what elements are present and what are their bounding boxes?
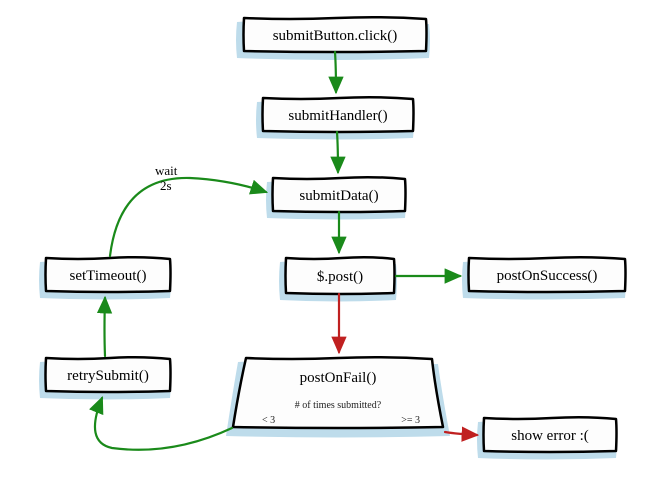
node-submit-handler: submitHandler() — [256, 97, 414, 139]
node-label: setTimeout() — [70, 268, 147, 284]
edge-handler-to-data — [337, 132, 338, 172]
fail-branch-left: < 3 — [262, 415, 275, 426]
node-post-on-success: postOnSuccess() — [462, 257, 626, 299]
node-show-error: show error :( — [477, 417, 617, 459]
node-submit-button-click: submitButton.click() — [236, 17, 430, 60]
node-post-on-fail: postOnFail() # of times submitted? < 3 >… — [226, 357, 450, 437]
node-label: submitButton.click() — [273, 28, 398, 44]
fail-branch-right: >= 3 — [401, 415, 420, 426]
edge-timeout-to-data — [110, 178, 266, 256]
node-label: retrySubmit() — [67, 368, 149, 384]
edge-fail-to-error — [445, 432, 477, 435]
node-label: show error :( — [511, 428, 588, 444]
node-set-timeout: setTimeout() — [39, 257, 171, 299]
edge-label-wait-line2: 2s — [160, 178, 172, 193]
node-label: submitData() — [299, 188, 378, 204]
node-submit-data: submitData() — [266, 177, 406, 219]
node-label: submitHandler() — [288, 108, 387, 124]
edge-click-to-handler — [335, 52, 336, 92]
edge-fail-to-retry — [95, 398, 232, 450]
node-label: postOnSuccess() — [497, 268, 598, 284]
node-label: postOnFail() — [300, 370, 377, 386]
edge-retry-to-timeout — [105, 298, 106, 356]
fail-question: # of times submitted? — [295, 400, 382, 411]
node-label: $.post() — [317, 269, 363, 285]
edge-label-wait-line1: wait — [155, 163, 178, 178]
node-retry-submit: retrySubmit() — [39, 357, 171, 399]
